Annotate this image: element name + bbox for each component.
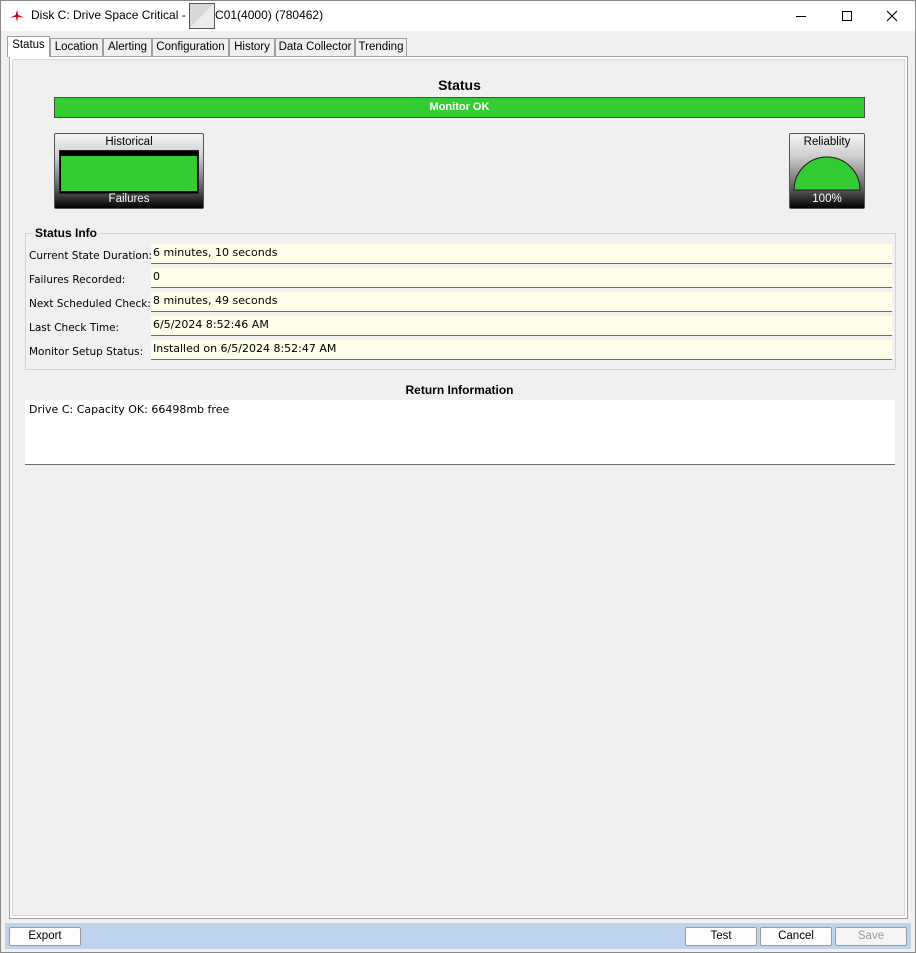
historical-failures-graph — [59, 150, 199, 194]
failures-recorded-value: 0 — [151, 268, 892, 288]
return-information-title: Return Information — [405, 383, 514, 397]
close-button[interactable] — [869, 1, 915, 31]
window-title-suffix: C01(4000) (780462) — [215, 8, 324, 22]
status-info-title: Status Info — [32, 226, 100, 240]
monitor-window: Disk C: Drive Space Critical - C01(4000)… — [0, 0, 916, 953]
reliability-gauge-title: Reliablity — [803, 136, 851, 148]
bottom-button-bar: Export Test Cancel Save — [5, 923, 911, 949]
tab-history[interactable]: History — [229, 38, 275, 56]
next-scheduled-check-label: Next Scheduled Check: — [29, 298, 151, 310]
minimize-icon — [796, 16, 806, 17]
tab-configuration[interactable]: Configuration — [152, 38, 229, 56]
test-button[interactable]: Test — [685, 927, 757, 946]
close-icon — [886, 10, 898, 22]
return-information-text: Drive C: Capacity OK: 66498mb free — [25, 400, 895, 465]
failures-recorded-label: Failures Recorded: — [29, 274, 126, 286]
monitor-setup-status-value: Installed on 6/5/2024 8:52:47 AM — [151, 340, 892, 360]
monitor-setup-status-label: Monitor Setup Status: — [29, 346, 144, 358]
reliability-dial-fill — [793, 156, 861, 191]
current-state-duration-value: 6 minutes, 10 seconds — [151, 244, 892, 264]
title-bar[interactable]: Disk C: Drive Space Critical - C01(4000)… — [1, 1, 915, 31]
tab-data-collector[interactable]: Data Collector — [275, 38, 355, 56]
next-scheduled-check-value: 8 minutes, 49 seconds — [151, 292, 892, 312]
maximize-icon — [842, 11, 852, 21]
historical-gauge: Historical Failures — [54, 133, 204, 209]
current-state-duration-label: Current State Duration: — [29, 250, 153, 262]
tab-status[interactable]: Status — [7, 36, 50, 57]
tab-location[interactable]: Location — [50, 38, 103, 56]
window-title-prefix: Disk C: Drive Space Critical - — [31, 8, 190, 22]
save-button[interactable]: Save — [835, 927, 907, 946]
historical-gauge-title: Historical — [105, 136, 153, 148]
status-info-group: Status Info Current State Duration: 6 mi… — [25, 226, 896, 370]
redacted-name-block — [189, 2, 216, 29]
export-button[interactable]: Export — [9, 927, 81, 946]
reliability-dial — [793, 156, 861, 191]
status-panel: Status Monitor OK Historical Failures Re… — [12, 59, 905, 916]
tab-alerting[interactable]: Alerting — [103, 38, 152, 56]
historical-gauge-footer: Failures — [108, 193, 150, 205]
window-title: Disk C: Drive Space Critical - C01(4000)… — [31, 2, 324, 29]
status-heading: Status — [438, 77, 481, 93]
app-logo-icon — [10, 10, 24, 22]
status-state-bar: Monitor OK — [54, 97, 865, 118]
reliability-value: 100% — [812, 193, 842, 205]
cancel-button[interactable]: Cancel — [760, 927, 832, 946]
last-check-time-value: 6/5/2024 8:52:46 AM — [151, 316, 892, 336]
tab-trending[interactable]: Trending — [355, 38, 407, 56]
reliability-gauge: Reliablity 100% — [789, 133, 865, 209]
last-check-time-label: Last Check Time: — [29, 322, 120, 334]
minimize-button[interactable] — [778, 1, 824, 31]
maximize-button[interactable] — [824, 1, 870, 31]
status-tab-page: Status Monitor OK Historical Failures Re… — [9, 56, 908, 919]
historical-graph-fill — [61, 156, 197, 191]
